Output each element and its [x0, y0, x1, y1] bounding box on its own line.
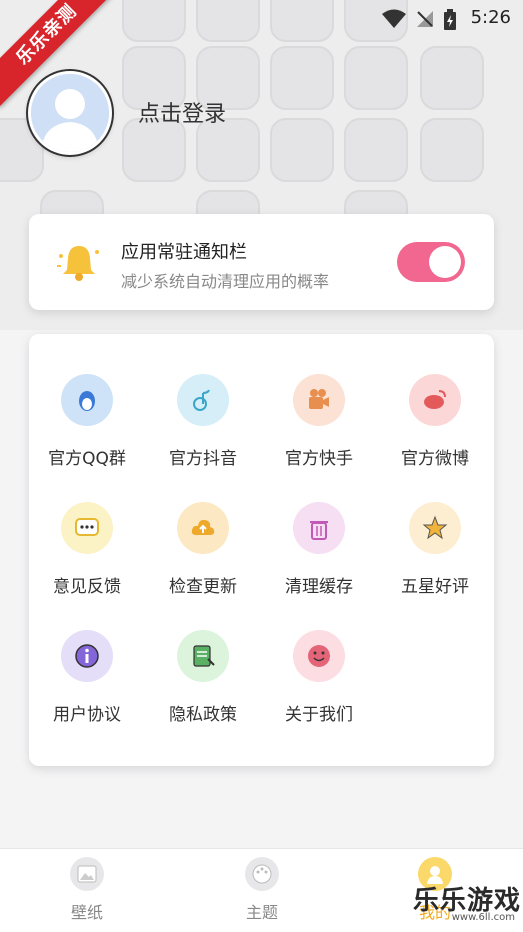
user-silhouette-icon — [31, 74, 109, 152]
watermark-url: www.6ll.com — [451, 912, 515, 923]
grid-item-label: 意见反馈 — [53, 577, 121, 597]
notification-subtitle: 减少系统自动清理应用的概率 — [121, 272, 330, 291]
menu-grid-card: 官方QQ群 官方抖音 官方快手 官方微博意见反馈 检查更新 清理缓存 五星好评用户协议 隐私政… — [29, 334, 494, 766]
penguin-icon — [61, 374, 113, 426]
grid-item[interactable]: 官方QQ群 — [29, 374, 145, 469]
background-pattern-tile — [420, 46, 484, 110]
grid-item[interactable]: 五星好评 — [377, 502, 493, 597]
nav-item-wallpaper[interactable]: 壁纸 — [37, 857, 137, 923]
notification-title: 应用常驻通知栏 — [121, 242, 247, 263]
grid-item-label: 清理缓存 — [285, 577, 353, 597]
grid-item-label: 官方微博 — [401, 449, 469, 469]
grid-item[interactable]: 官方微博 — [377, 374, 493, 469]
grid-item[interactable]: 检查更新 — [145, 502, 261, 597]
battery-charging-icon — [444, 9, 456, 30]
notification-card: 应用常驻通知栏 减少系统自动清理应用的概率 — [29, 214, 494, 310]
nav-label: 壁纸 — [70, 903, 103, 922]
background-pattern-tile — [270, 46, 334, 110]
wallpaper-icon — [70, 857, 104, 891]
signal-off-icon — [417, 11, 433, 27]
star-icon — [409, 502, 461, 554]
login-link[interactable]: 点击登录 — [138, 96, 226, 128]
wifi-icon — [382, 9, 406, 28]
grid-item-label: 官方快手 — [285, 449, 353, 469]
background-pattern-tile — [270, 118, 334, 182]
toggle-knob — [429, 246, 461, 278]
weibo-icon — [409, 374, 461, 426]
background-pattern-tile — [420, 118, 484, 182]
nav-label: 主题 — [245, 903, 278, 922]
grid-item[interactable]: 清理缓存 — [261, 502, 377, 597]
camera-icon — [293, 374, 345, 426]
grid-item-label: 隐私政策 — [169, 705, 237, 725]
palette-icon — [245, 857, 279, 891]
trash-icon — [293, 502, 345, 554]
smiley-icon — [293, 630, 345, 682]
notification-toggle[interactable] — [397, 242, 465, 282]
grid-item[interactable]: 官方抖音 — [145, 374, 261, 469]
music-note-icon — [177, 374, 229, 426]
grid-item-label: 检查更新 — [169, 577, 237, 597]
chat-bubble-icon — [61, 502, 113, 554]
clock: 5:26 — [470, 7, 511, 28]
bell-icon — [57, 246, 99, 281]
background-pattern-tile — [344, 118, 408, 182]
grid-item[interactable]: 隐私政策 — [145, 630, 261, 725]
grid-item[interactable]: 关于我们 — [261, 630, 377, 725]
cloud-upload-icon — [177, 502, 229, 554]
background-pattern-tile — [344, 46, 408, 110]
document-icon — [177, 630, 229, 682]
grid-item-label: 官方QQ群 — [48, 449, 126, 469]
avatar[interactable] — [28, 71, 112, 155]
grid-item[interactable]: 用户协议 — [29, 630, 145, 725]
grid-item[interactable]: 意见反馈 — [29, 502, 145, 597]
grid-item[interactable]: 官方快手 — [261, 374, 377, 469]
grid-item-label: 官方抖音 — [169, 449, 237, 469]
info-icon — [61, 630, 113, 682]
nav-item-theme[interactable]: 主题 — [212, 857, 312, 923]
grid-item-label: 五星好评 — [401, 577, 469, 597]
grid-item-label: 关于我们 — [285, 705, 353, 725]
grid-item-label: 用户协议 — [53, 705, 121, 725]
